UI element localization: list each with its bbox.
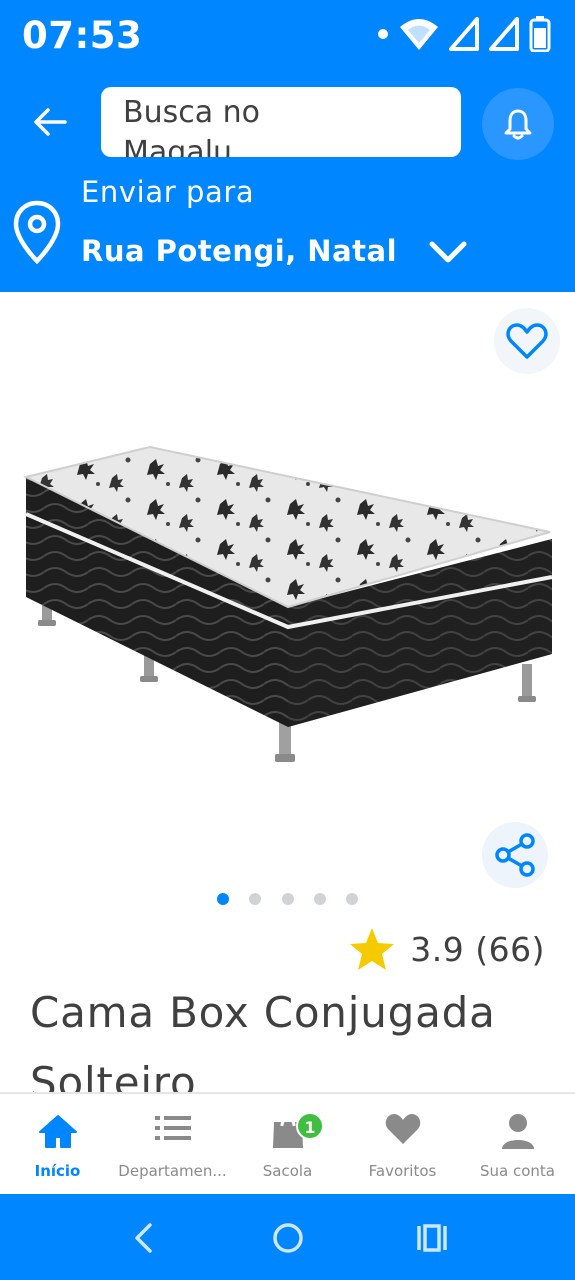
gallery-pagination	[0, 893, 575, 907]
battery-icon	[529, 16, 551, 52]
system-navigation-bar	[0, 1194, 575, 1280]
notification-dot-icon	[377, 28, 389, 40]
user-icon	[501, 1114, 534, 1149]
gallery-dot-2[interactable]	[249, 893, 261, 905]
status-bar: 07:53	[0, 0, 575, 76]
chevron-left-icon	[135, 1223, 152, 1253]
send-to-label: Enviar para	[81, 175, 255, 209]
nav-label-sacola: Sacola	[262, 1162, 313, 1180]
status-icons	[377, 16, 551, 52]
recents-icon	[417, 1224, 447, 1252]
rating-value: 3.9	[410, 929, 465, 969]
nav-item-inicio[interactable]: Início	[0, 1094, 115, 1194]
heart-icon	[385, 1114, 420, 1144]
circle-home-icon	[273, 1223, 303, 1253]
nav-label-sua-conta: Sua conta	[480, 1162, 555, 1180]
delivery-address[interactable]: Rua Potengi, Natal	[81, 234, 397, 268]
favorite-button[interactable]	[494, 308, 560, 374]
notifications-button[interactable]	[482, 88, 554, 160]
nav-item-favoritos[interactable]: Favoritos	[345, 1094, 460, 1194]
star-icon	[350, 928, 395, 970]
home-icon	[38, 1115, 77, 1148]
bell-icon	[504, 109, 532, 140]
nav-label-departamentos: Departamen...	[118, 1162, 227, 1180]
product-image[interactable]	[0, 292, 575, 872]
back-button[interactable]	[26, 98, 74, 146]
search-placeholder: Busca no Magalu	[123, 95, 261, 157]
nav-item-sacola[interactable]: 1 Sacola	[230, 1094, 345, 1194]
nav-item-departamentos[interactable]: Departamen...	[115, 1094, 230, 1194]
signal-icon-2	[489, 17, 519, 51]
nav-label-inicio: Início	[34, 1162, 81, 1180]
cart-count-badge: 1	[296, 1112, 324, 1140]
gallery-dot-4[interactable]	[314, 893, 326, 905]
menu-list-icon	[154, 1116, 191, 1140]
signal-icon	[449, 17, 479, 51]
search-input[interactable]: Busca no Magalu	[101, 87, 461, 157]
review-count: (66)	[475, 929, 545, 969]
app-header: 07:53 Busca no Magalu Enviar para Rua Po…	[0, 0, 575, 292]
arrow-left-icon	[34, 108, 67, 136]
share-button[interactable]	[482, 822, 548, 888]
gallery-dot-1[interactable]	[217, 893, 229, 905]
status-time: 07:53	[22, 14, 143, 57]
heart-outline-icon	[506, 323, 548, 359]
chevron-down-icon[interactable]	[428, 237, 468, 271]
nav-label-favoritos: Favoritos	[368, 1162, 437, 1180]
system-recents-button[interactable]	[410, 1216, 454, 1260]
product-rating[interactable]: 3.9 (66)	[348, 926, 545, 972]
system-back-button[interactable]	[122, 1216, 166, 1260]
bottom-navigation: Início Departamen... 1 Sacola Favoritos …	[0, 1092, 575, 1194]
share-icon	[495, 833, 535, 877]
gallery-dot-3[interactable]	[282, 893, 294, 905]
nav-item-sua-conta[interactable]: Sua conta	[460, 1094, 575, 1194]
location-pin-icon	[12, 200, 62, 268]
gallery-dot-5[interactable]	[346, 893, 358, 905]
system-home-button[interactable]	[266, 1216, 310, 1260]
wifi-icon	[399, 17, 439, 51]
